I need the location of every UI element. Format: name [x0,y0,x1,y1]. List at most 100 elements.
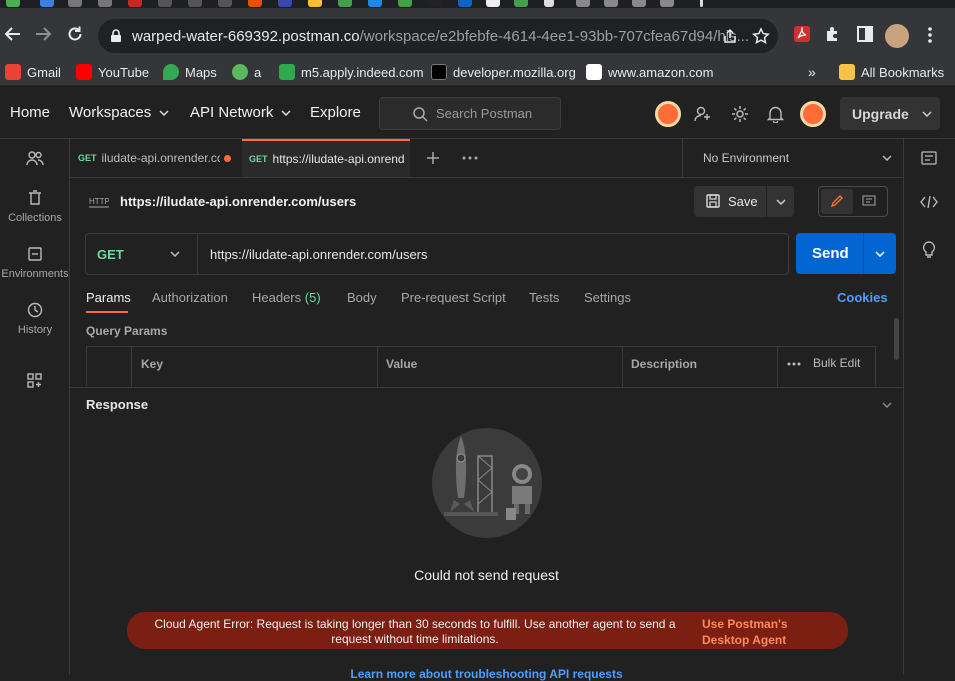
bell-icon[interactable] [767,105,784,123]
tab-favicon[interactable] [278,0,292,7]
request-tab-2-active[interactable]: GET https://iludate-api.onrend [242,139,410,177]
tab-favicon[interactable] [98,0,112,7]
sidebar-item-configure[interactable] [0,373,70,395]
tab-body[interactable]: Body [347,290,377,305]
tab-pre-request-script[interactable]: Pre-request Script [401,290,506,305]
invite-user-icon[interactable] [694,105,712,123]
workspaces-menu[interactable]: Workspaces [69,104,169,121]
chevron-down-icon[interactable] [875,251,885,257]
search-input[interactable]: Search Postman [379,97,561,130]
chevron-down-icon[interactable] [882,402,892,408]
back-button[interactable] [2,23,24,45]
upgrade-button[interactable]: Upgrade [840,97,940,130]
sidebar-item-collections[interactable]: Collections [0,190,70,224]
bookmark-amazon[interactable]: www.amazon.com [586,63,713,81]
tab-favicon[interactable] [248,0,262,7]
send-button[interactable]: Send [796,233,896,274]
api-network-menu[interactable]: API Network [190,104,291,121]
close-icon[interactable] [544,0,554,7]
new-tab-plus-icon[interactable] [426,151,440,165]
sidebar-item-label: Environments [1,268,69,280]
tab-favicon[interactable] [486,0,500,7]
tab-favicon[interactable] [514,0,528,7]
home-link[interactable]: Home [10,104,50,121]
unsaved-dot-icon [223,154,231,162]
new-tab-icon[interactable] [700,0,703,7]
settings-gear-icon[interactable] [730,104,750,124]
save-button[interactable]: Save [694,186,794,217]
more-tabs-icon[interactable] [462,156,478,160]
tab-favicon[interactable] [308,0,322,7]
troubleshooting-link[interactable]: Learn more about troubleshooting API req… [70,667,903,681]
lock-icon[interactable] [110,29,122,43]
tab-favicon[interactable] [40,0,54,7]
explore-label: Explore [310,104,361,121]
tab-favicon[interactable] [188,0,202,7]
user-avatar[interactable] [800,101,826,127]
tab-favicon[interactable] [604,0,618,7]
environment-quicklook-icon[interactable] [921,151,937,165]
all-bookmarks-label: All Bookmarks [861,64,945,80]
tab-favicon[interactable] [632,0,646,7]
tab-method: GET [78,153,97,163]
url-input[interactable]: https://iludate-api.onrender.com/users [210,247,428,262]
sidebar-item-environments[interactable]: Environments [0,246,70,280]
tab-favicon[interactable] [398,0,412,7]
bookmark-mdn[interactable]: developer.mozilla.org [431,63,576,81]
sidebar-item-team[interactable] [0,150,70,172]
address-url[interactable]: warped-water-669392.postman.co/workspace… [132,28,749,45]
tab-settings[interactable]: Settings [584,290,631,305]
bookmark-indeed[interactable]: m5.apply.indeed.com [279,63,424,81]
star-icon[interactable] [752,27,770,45]
desktop-agent-link[interactable]: Use Postman's Desktop Agent [702,616,832,648]
tab-params[interactable]: Params [86,290,131,305]
chevron-down-icon[interactable] [776,199,786,205]
all-bookmarks[interactable]: All Bookmarks [839,63,944,81]
code-icon[interactable] [920,195,938,209]
team-avatar[interactable] [655,101,681,127]
method-select[interactable]: GET [86,234,198,274]
reload-button[interactable] [64,23,86,45]
bookmarks-overflow[interactable]: » [808,63,816,81]
address-bar[interactable]: warped-water-669392.postman.co/workspace… [98,19,778,53]
tab-authorization[interactable]: Authorization [152,290,228,305]
tab-favicon[interactable] [660,0,674,7]
tab-favicon[interactable] [338,0,352,7]
tab-favicon[interactable] [458,0,472,7]
extensions-icon[interactable] [824,25,842,43]
arrow-left-icon [4,27,20,41]
environment-selector[interactable]: No Environment [682,139,903,177]
bookmark-label: a [254,64,262,80]
tab-favicon[interactable] [128,0,142,7]
share-icon[interactable] [722,28,738,44]
tab-favicon[interactable] [428,0,442,7]
tab-tests[interactable]: Tests [529,290,559,305]
edit-mode-button[interactable] [821,189,853,214]
tab-favicon[interactable] [158,0,172,7]
pdf-extension-icon[interactable] [793,25,811,43]
tab-favicon[interactable] [68,0,82,7]
tab-favicon[interactable] [576,0,590,7]
kebab-menu-icon[interactable] [925,26,935,44]
tab-favicon[interactable] [218,0,232,7]
tab-favicon[interactable] [368,0,382,7]
profile-avatar[interactable] [885,24,909,48]
scrollbar[interactable] [894,318,899,360]
bookmark-maps[interactable]: Maps [163,63,217,81]
lightbulb-icon[interactable] [922,241,936,259]
forward-button[interactable] [32,23,54,45]
bookmark-youtube[interactable]: YouTube [76,63,149,81]
request-tab-1[interactable]: GET iludate-api.onrender.cc [78,139,238,177]
side-panel-icon[interactable] [857,26,873,42]
more-options-icon[interactable] [787,362,801,366]
comment-icon[interactable] [862,195,876,208]
bookmark-gmail[interactable]: Gmail [5,63,61,81]
bulk-edit-button[interactable]: Bulk Edit [813,356,860,370]
sidebar-item-history[interactable]: History [0,302,70,336]
bookmark-a[interactable]: a [232,63,261,81]
tab-headers[interactable]: Headers (5) [252,290,321,305]
explore-link[interactable]: Explore [310,104,361,121]
cookies-link[interactable]: Cookies [837,290,888,305]
request-title[interactable]: https://iludate-api.onrender.com/users [120,194,356,209]
tab-favicon[interactable] [6,0,20,7]
